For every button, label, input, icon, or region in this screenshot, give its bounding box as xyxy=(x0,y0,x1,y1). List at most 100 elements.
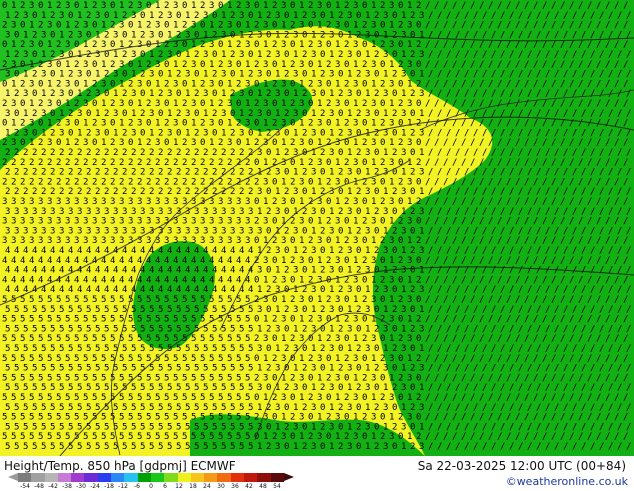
wind-barb-glyph: 3 xyxy=(86,207,91,217)
wind-barb-glyph: 5 xyxy=(38,413,43,423)
wind-barb-glyph: 0 xyxy=(398,393,403,403)
wind-barb-glyph: / xyxy=(500,70,505,80)
wind-barb-glyph: 2 xyxy=(200,1,205,11)
wind-barb-glyph: 2 xyxy=(122,187,127,197)
wind-barb-glyph: 2 xyxy=(38,158,43,168)
wind-barb-glyph: 3 xyxy=(335,256,340,266)
wind-barb-glyph: / xyxy=(578,315,583,325)
wind-barb-glyph: / xyxy=(560,432,565,442)
wind-barb-glyph: / xyxy=(590,148,595,158)
wind-barb-glyph: 2 xyxy=(410,128,415,138)
wind-barb-glyph: 5 xyxy=(23,324,28,334)
wind-barb-glyph: 1 xyxy=(113,11,118,21)
wind-barb-glyph: 4 xyxy=(239,266,244,276)
wind-barb-glyph: 2 xyxy=(155,158,160,168)
wind-barb-glyph: / xyxy=(536,109,541,119)
wind-barb-glyph: 0 xyxy=(254,158,259,168)
wind-barb-glyph: / xyxy=(452,373,457,383)
wind-barb-glyph: 5 xyxy=(122,422,127,432)
wind-barb-glyph: 3 xyxy=(203,11,208,21)
wind-barb-glyph: 5 xyxy=(218,334,223,344)
wind-barb-glyph: 4 xyxy=(56,275,61,285)
wind-barb-glyph: 5 xyxy=(59,403,64,413)
wind-barb-glyph: 5 xyxy=(200,334,205,344)
wind-barb-glyph: / xyxy=(545,148,550,158)
wind-barb-glyph: / xyxy=(500,207,505,217)
wind-barb-glyph: / xyxy=(536,344,541,354)
wind-barb-glyph: 0 xyxy=(86,109,91,119)
wind-barb-glyph: / xyxy=(497,1,502,11)
wind-barb-glyph: 2 xyxy=(104,109,109,119)
wind-barb-glyph: 2 xyxy=(398,217,403,227)
wind-barb-glyph: / xyxy=(605,275,610,285)
weather-map: 0123012301230123012301230123012301230123… xyxy=(0,0,634,456)
wind-barb-glyph: 5 xyxy=(158,442,163,452)
wind-barb-glyph: 5 xyxy=(182,393,187,403)
wind-barb-glyph: / xyxy=(491,364,496,374)
wind-barb-glyph: 0 xyxy=(302,422,307,432)
wind-barb-glyph: / xyxy=(608,285,613,295)
wind-barb-glyph: 3 xyxy=(119,138,124,148)
wind-barb-glyph: / xyxy=(482,168,487,178)
wind-barb-glyph: 3 xyxy=(335,295,340,305)
wind-barb-glyph: / xyxy=(617,187,622,197)
wind-barb-glyph: 0 xyxy=(56,99,61,109)
wind-barb-glyph: 3 xyxy=(281,236,286,246)
wind-barb-glyph: 0 xyxy=(344,177,349,187)
wind-barb-glyph: 2 xyxy=(356,344,361,354)
wind-barb-glyph: 1 xyxy=(5,89,10,99)
colorbar-segment xyxy=(84,473,98,482)
wind-barb-glyph: 3 xyxy=(299,21,304,31)
wind-barb-glyph: 1 xyxy=(311,70,316,80)
wind-barb-glyph: 4 xyxy=(14,246,19,256)
wind-barb-glyph: 3 xyxy=(227,138,232,148)
wind-barb-glyph: 0 xyxy=(218,40,223,50)
wind-barb-glyph: 0 xyxy=(320,11,325,21)
wind-barb-glyph: 2 xyxy=(77,148,82,158)
wind-barb-glyph: / xyxy=(437,168,442,178)
wind-barb-glyph: 3 xyxy=(347,364,352,374)
wind-barb-glyph: 3 xyxy=(101,79,106,89)
wind-barb-glyph: 0 xyxy=(272,256,277,266)
wind-barb-glyph: 1 xyxy=(389,256,394,266)
wind-barb-glyph: 0 xyxy=(338,266,343,276)
wind-barb-glyph: 3 xyxy=(191,236,196,246)
wind-barb-glyph: 1 xyxy=(275,266,280,276)
wind-barb-glyph: / xyxy=(572,109,577,119)
wind-barb-glyph: 0 xyxy=(362,119,367,129)
wind-barb-glyph: / xyxy=(533,40,538,50)
wind-barb-glyph: 3 xyxy=(2,217,7,227)
wind-barb-glyph: 2 xyxy=(113,148,118,158)
wind-barb-glyph: / xyxy=(560,354,565,364)
wind-barb-glyph: 1 xyxy=(407,354,412,364)
wind-barb-glyph: / xyxy=(626,70,631,80)
wind-barb-glyph: 3 xyxy=(275,89,280,99)
wind-barb-glyph: 2 xyxy=(272,119,277,129)
copyright-link[interactable]: ©weatheronline.co.uk xyxy=(506,475,628,488)
wind-barb-glyph: 2 xyxy=(326,177,331,187)
wind-barb-glyph: 5 xyxy=(122,442,127,452)
wind-barb-glyph: 0 xyxy=(416,60,421,70)
wind-barb-glyph: 3 xyxy=(74,217,79,227)
wind-barb-glyph: 5 xyxy=(209,373,214,383)
wind-barb-glyph: 4 xyxy=(203,266,208,276)
wind-barb-glyph: / xyxy=(506,217,511,227)
wind-barb-glyph: 4 xyxy=(230,266,235,276)
wind-barb-glyph: / xyxy=(524,177,529,187)
wind-barb-glyph: 3 xyxy=(149,30,154,40)
wind-barb-glyph: 0 xyxy=(362,432,367,442)
wind-barb-glyph: 0 xyxy=(416,138,421,148)
wind-barb-glyph: 1 xyxy=(137,60,142,70)
wind-barb-glyph: / xyxy=(554,11,559,21)
wind-barb-glyph: / xyxy=(461,21,466,31)
wind-barb-glyph: 3 xyxy=(239,226,244,236)
wind-barb-glyph: 0 xyxy=(200,138,205,148)
wind-barb-glyph: / xyxy=(470,413,475,423)
wind-barb-glyph: / xyxy=(479,119,484,129)
wind-barb-glyph: / xyxy=(434,197,439,207)
wind-barb-glyph: 3 xyxy=(281,79,286,89)
wind-barb-glyph: 5 xyxy=(113,403,118,413)
wind-barb-glyph: / xyxy=(623,315,628,325)
wind-barb-glyph: 2 xyxy=(176,70,181,80)
wind-barb-glyph: 2 xyxy=(338,50,343,60)
